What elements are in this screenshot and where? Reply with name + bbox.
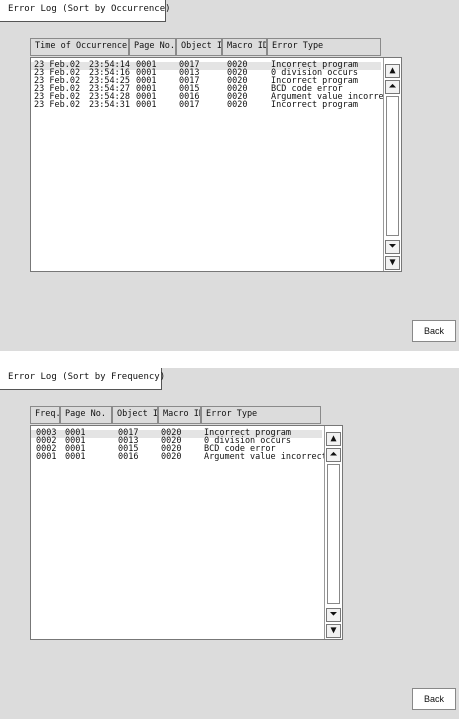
list-cell: 0001 bbox=[65, 452, 86, 462]
list-cell: Incorrect program bbox=[271, 100, 358, 110]
header-object-id[interactable]: Object ID bbox=[176, 38, 222, 56]
occurrence-header: Time of Occurrence Page No. Object ID Ma… bbox=[30, 38, 381, 56]
arrow-down-icon: ▼ bbox=[330, 625, 337, 636]
list-cell: 0016 bbox=[118, 452, 139, 462]
double-arrow-up-icon: ⏶ bbox=[329, 449, 338, 460]
occurrence-tab-title: Error Log (Sort by Occurrence) bbox=[0, 0, 171, 22]
back-button[interactable]: Back bbox=[412, 320, 456, 342]
occurrence-error-list: 23 Feb.02 23:54:14 0001 0017 0020 Incorrect p… bbox=[30, 57, 402, 272]
list-cell: 23:54:31 bbox=[89, 100, 130, 110]
list-cell: 0017 bbox=[179, 100, 200, 110]
scroll-up-button[interactable]: ▲ bbox=[326, 432, 341, 446]
scroll-up-button[interactable]: ▲ bbox=[385, 64, 400, 78]
header-page-no[interactable]: Page No. bbox=[129, 38, 176, 56]
frequency-tab-title: Error Log (Sort by Frequency) bbox=[0, 368, 165, 390]
frequency-error-list: 0003 0001 0017 0020 Incorrect program 0002 000… bbox=[30, 425, 343, 640]
list-cell: 0001 bbox=[36, 452, 57, 462]
header-object-id[interactable]: Object ID bbox=[112, 406, 158, 424]
list-row[interactable]: 23 Feb.02 23:54:31 0001 0017 0020 Incorrect p… bbox=[31, 100, 381, 110]
double-arrow-down-icon: ⏷ bbox=[329, 609, 338, 620]
header-page-no[interactable]: Page No. bbox=[60, 406, 112, 424]
page-down-button[interactable]: ⏷ bbox=[326, 608, 341, 622]
arrow-up-icon: ▲ bbox=[389, 65, 396, 76]
page-up-button[interactable]: ⏶ bbox=[326, 448, 341, 462]
list-cell: 0001 bbox=[136, 100, 157, 110]
occurrence-scrollbar[interactable]: ▲ ⏶ ⏷ ▼ bbox=[383, 58, 401, 271]
list-cell: Argument value incorrect bbox=[204, 452, 327, 462]
occurrence-screen: Error Log (Sort by Occurrence) Time of O… bbox=[0, 0, 459, 351]
list-cell: 0020 bbox=[227, 100, 248, 110]
list-cell: 23 Feb.02 bbox=[34, 100, 81, 110]
back-button[interactable]: Back bbox=[412, 688, 456, 710]
page-up-button[interactable]: ⏶ bbox=[385, 80, 400, 94]
double-arrow-down-icon: ⏷ bbox=[388, 241, 397, 252]
arrow-up-icon: ▲ bbox=[330, 433, 337, 444]
page-down-button[interactable]: ⏷ bbox=[385, 240, 400, 254]
list-cell: 0020 bbox=[161, 452, 182, 462]
frequency-scrollbar[interactable]: ▲ ⏶ ⏷ ▼ bbox=[324, 426, 342, 639]
header-freq[interactable]: Freq. bbox=[30, 406, 60, 424]
scroll-track[interactable] bbox=[386, 96, 399, 236]
double-arrow-up-icon: ⏶ bbox=[388, 81, 397, 92]
scroll-track[interactable] bbox=[327, 464, 340, 604]
frequency-screen: Error Log (Sort by Frequency) Freq. Page… bbox=[0, 368, 459, 719]
frequency-header: Freq. Page No. Object ID Macro ID Error … bbox=[30, 406, 321, 424]
header-error-type[interactable]: Error Type bbox=[201, 406, 321, 424]
header-error-type[interactable]: Error Type bbox=[267, 38, 381, 56]
scroll-down-button[interactable]: ▼ bbox=[326, 624, 341, 638]
list-row[interactable]: 0001 0001 0016 0020 Argument value incorrect bbox=[31, 452, 327, 462]
header-macro-id[interactable]: Macro ID bbox=[158, 406, 201, 424]
scroll-down-button[interactable]: ▼ bbox=[385, 256, 400, 270]
arrow-down-icon: ▼ bbox=[389, 257, 396, 268]
header-macro-id[interactable]: Macro ID bbox=[222, 38, 267, 56]
header-time-of-occurrence[interactable]: Time of Occurrence bbox=[30, 38, 129, 56]
